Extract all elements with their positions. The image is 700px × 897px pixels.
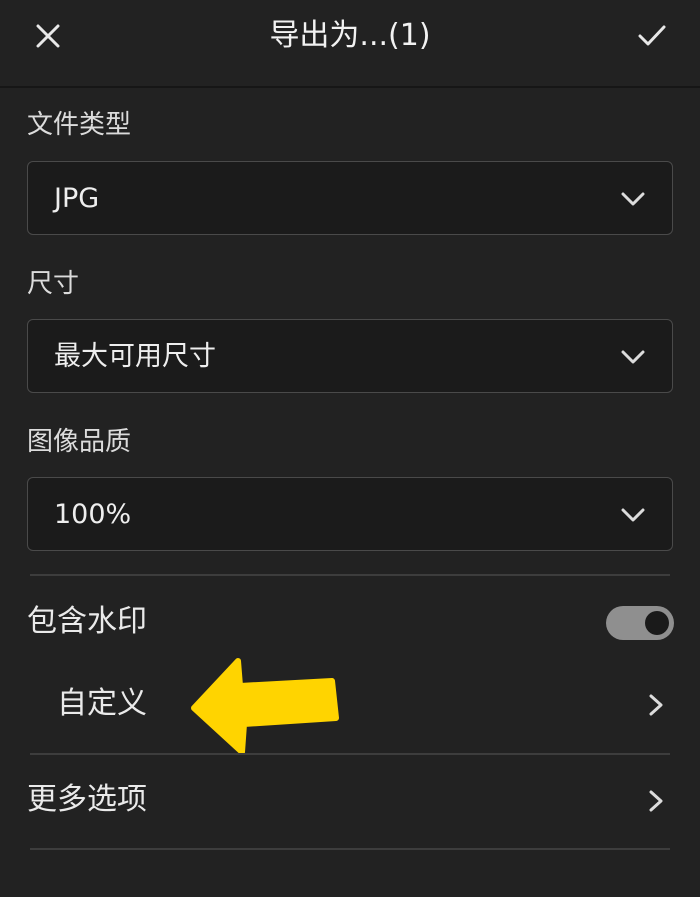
chevron-down-icon bbox=[621, 192, 645, 206]
chevron-right-icon bbox=[649, 790, 663, 812]
chevron-right-icon bbox=[649, 694, 663, 716]
custom-watermark-row[interactable]: 自定义 bbox=[27, 664, 673, 744]
more-options-label: 更多选项 bbox=[27, 782, 147, 817]
size-select[interactable]: 最大可用尺寸 bbox=[27, 319, 673, 393]
annotation-arrow-icon bbox=[191, 658, 339, 755]
dialog-title: 导出为...(1) bbox=[269, 18, 431, 53]
chevron-down-icon bbox=[621, 350, 645, 364]
toggle-knob bbox=[645, 611, 669, 635]
file-type-select[interactable]: JPG bbox=[27, 161, 673, 235]
size-value: 最大可用尺寸 bbox=[54, 341, 216, 372]
size-label: 尺寸 bbox=[27, 269, 80, 299]
custom-watermark-label: 自定义 bbox=[57, 686, 147, 721]
dialog-header: 导出为...(1) bbox=[0, 0, 700, 88]
quality-value: 100% bbox=[54, 499, 132, 530]
confirm-button[interactable] bbox=[624, 14, 680, 58]
divider bbox=[30, 848, 670, 850]
checkmark-icon bbox=[638, 25, 666, 46]
export-dialog: 导出为...(1) 文件类型 JPG 尺寸 最大可用尺寸 图像品质 100% 包… bbox=[0, 0, 700, 897]
watermark-label: 包含水印 bbox=[27, 604, 147, 639]
divider bbox=[30, 574, 670, 576]
file-type-value: JPG bbox=[54, 183, 100, 214]
more-options-row[interactable]: 更多选项 bbox=[27, 762, 673, 840]
watermark-toggle[interactable] bbox=[606, 606, 674, 640]
quality-label: 图像品质 bbox=[27, 427, 132, 457]
file-type-label: 文件类型 bbox=[27, 110, 132, 140]
quality-select[interactable]: 100% bbox=[27, 477, 673, 551]
chevron-down-icon bbox=[621, 508, 645, 522]
divider bbox=[30, 753, 670, 755]
